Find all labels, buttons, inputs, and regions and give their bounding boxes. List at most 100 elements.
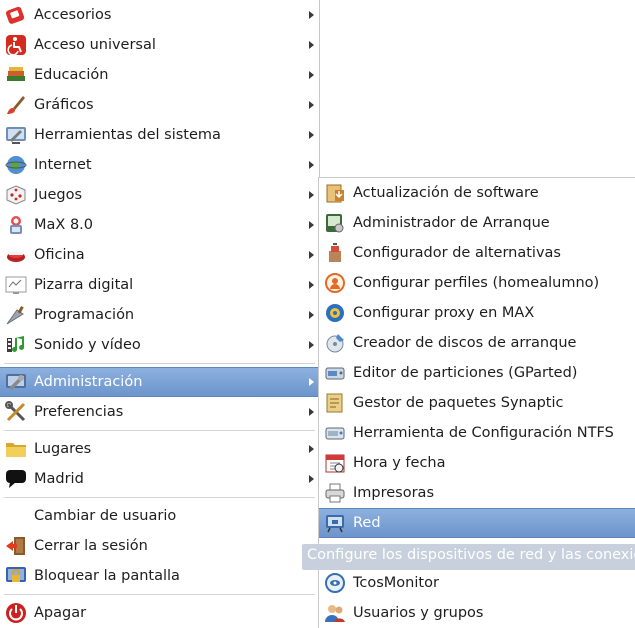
menu-item-oficina[interactable]: Oficina — [0, 240, 319, 270]
folder-icon — [5, 438, 27, 460]
submenu-item-impresoras[interactable]: Impresoras — [319, 478, 635, 508]
submenu-arrow-icon — [309, 408, 314, 416]
menu-item-madrid[interactable]: Madrid — [0, 464, 319, 494]
software-update-icon — [324, 182, 346, 204]
submenu-arrow-icon — [309, 191, 314, 199]
menu-item-administracion[interactable]: Administración — [0, 367, 319, 397]
menu-item-programacion[interactable]: Programación — [0, 300, 319, 330]
menu-item-label: Sonido y vídeo — [34, 337, 141, 353]
menu-item-apagar[interactable]: Apagar — [0, 598, 319, 628]
submenu-item-red[interactable]: Red — [319, 508, 635, 538]
submenu-item-label: Usuarios y grupos — [353, 605, 484, 621]
submenu-item-hora-y-fecha[interactable]: Hora y fecha — [319, 448, 635, 478]
menu-item-label: Gráficos — [34, 97, 94, 113]
proxy-icon — [324, 302, 346, 324]
synaptic-icon — [324, 392, 346, 414]
menu-item-label: Internet — [34, 157, 92, 173]
submenu-item-configurar-perfiles[interactable]: Configurar perfiles (homealumno) — [319, 268, 635, 298]
menu-item-label: Programación — [34, 307, 135, 323]
submenu-item-label: Red — [353, 515, 381, 531]
submenu-item-tcosmonitor[interactable]: TcosMonitor — [319, 568, 635, 598]
menu-item-label: Oficina — [34, 247, 85, 263]
menu-item-graficos[interactable]: Gráficos — [0, 90, 319, 120]
submenu-item-herramienta-ntfs[interactable]: Herramienta de Configuración NTFS — [319, 418, 635, 448]
submenu-arrow-icon — [309, 101, 314, 109]
menu-item-label: Lugares — [34, 441, 92, 457]
menu-item-pizarra-digital[interactable]: Pizarra digital — [0, 270, 319, 300]
graphics-brush-icon — [5, 94, 27, 116]
accessories-icon — [5, 4, 27, 26]
globe-icon — [5, 154, 27, 176]
accessibility-icon — [5, 34, 27, 56]
submenu-arrow-icon — [309, 475, 314, 483]
menu-item-label: MaX 8.0 — [34, 217, 93, 233]
speech-bubble-icon — [5, 468, 27, 490]
power-icon — [5, 602, 27, 624]
alternatives-icon — [324, 242, 346, 264]
menu-item-max[interactable]: MaX 8.0 — [0, 210, 319, 240]
menu-item-label: Apagar — [34, 605, 87, 621]
submenu-arrow-icon — [309, 281, 314, 289]
submenu-item-label: Administrador de Arranque — [353, 215, 550, 231]
menu-item-accesorios[interactable]: Accesorios — [0, 0, 319, 30]
menu-item-educacion[interactable]: Educación — [0, 60, 319, 90]
submenu-arrow-icon — [309, 378, 314, 386]
menu-item-label: Educación — [34, 67, 109, 83]
menu-item-sonido-y-video[interactable]: Sonido y vídeo — [0, 330, 319, 360]
menu-item-lugares[interactable]: Lugares — [0, 434, 319, 464]
submenu-item-administrador-de-arranque[interactable]: Administrador de Arranque — [319, 208, 635, 238]
submenu-item-usuarios-y-grupos[interactable]: Usuarios y grupos — [319, 598, 635, 628]
programming-trowel-icon — [5, 304, 27, 326]
boot-manager-icon — [324, 212, 346, 234]
submenu-item-gestor-de-paquetes-synaptic[interactable]: Gestor de paquetes Synaptic — [319, 388, 635, 418]
multimedia-icon — [5, 334, 27, 356]
gparted-icon — [324, 362, 346, 384]
menu-item-herramientas-del-sistema[interactable]: Herramientas del sistema — [0, 120, 319, 150]
menu-item-label: Preferencias — [34, 404, 124, 420]
menu-item-bloquear-la-pantalla[interactable]: Bloquear la pantalla — [0, 561, 319, 591]
tcos-monitor-icon — [324, 572, 346, 594]
menu-item-cambiar-de-usuario[interactable]: Cambiar de usuario — [0, 501, 319, 531]
submenu-item-label: TcosMonitor — [353, 575, 439, 591]
menu-item-juegos[interactable]: Juegos — [0, 180, 319, 210]
office-icon — [5, 244, 27, 266]
menu-item-cerrar-la-sesion[interactable]: Cerrar la sesión — [0, 531, 319, 561]
menu-item-internet[interactable]: Internet — [0, 150, 319, 180]
lock-screen-icon — [5, 565, 27, 587]
ntfs-disk-icon — [324, 422, 346, 444]
submenu-item-label: Configurar perfiles (homealumno) — [353, 275, 600, 291]
users-icon — [324, 602, 346, 624]
submenu-item-label: Editor de particiones (GParted) — [353, 365, 578, 381]
printer-icon — [324, 482, 346, 504]
menu-item-preferencias[interactable]: Preferencias — [0, 397, 319, 427]
submenu-item-editor-de-particiones[interactable]: Editor de particiones (GParted) — [319, 358, 635, 388]
submenu-arrow-icon — [309, 41, 314, 49]
submenu-arrow-icon — [309, 251, 314, 259]
submenu-item-configurar-proxy[interactable]: Configurar proxy en MAX — [319, 298, 635, 328]
submenu-arrow-icon — [309, 311, 314, 319]
menu-item-acceso-universal[interactable]: Acceso universal — [0, 30, 319, 60]
menu-item-label: Accesorios — [34, 7, 112, 23]
menu-item-label: Juegos — [34, 187, 83, 203]
menu-item-label: Acceso universal — [34, 37, 156, 53]
boot-disk-icon — [324, 332, 346, 354]
submenu-item-configurador-de-alternativas[interactable]: Configurador de alternativas — [319, 238, 635, 268]
menu-item-label: Cerrar la sesión — [34, 538, 148, 554]
applications-menu: Accesorios Acceso universal Educación Gr… — [0, 0, 320, 628]
menu-separator — [4, 430, 315, 431]
submenu-item-label: Hora y fecha — [353, 455, 446, 471]
menu-separator — [4, 497, 315, 498]
administration-icon — [5, 371, 27, 393]
system-tools-icon — [5, 124, 27, 146]
submenu-arrow-icon — [309, 445, 314, 453]
submenu-item-actualizacion-de-software[interactable]: Actualización de software — [319, 178, 635, 208]
education-books-icon — [5, 64, 27, 86]
submenu-item-label: Impresoras — [353, 485, 434, 501]
network-icon — [324, 512, 346, 534]
submenu-item-label: Creador de discos de arranque — [353, 335, 577, 351]
submenu-item-label: Actualización de software — [353, 185, 539, 201]
submenu-arrow-icon — [309, 11, 314, 19]
submenu-item-creador-de-discos-de-arranque[interactable]: Creador de discos de arranque — [319, 328, 635, 358]
profiles-icon — [324, 272, 346, 294]
submenu-item-label: Configurar proxy en MAX — [353, 305, 535, 321]
